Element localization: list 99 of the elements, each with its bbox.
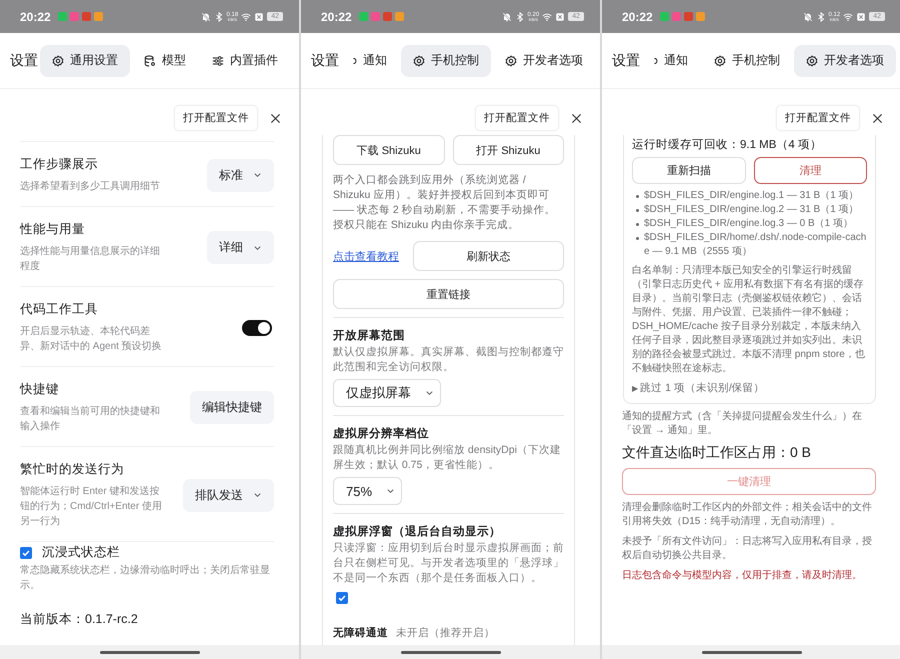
- settings-tab[interactable]: 内置插件: [200, 44, 290, 76]
- tutorial-link[interactable]: 点击查看教程: [333, 248, 405, 264]
- setting-description: 查看和编辑当前可用的快捷键和输入操作: [20, 404, 161, 434]
- toggle-switch[interactable]: [242, 320, 272, 336]
- setting-title: 快捷键: [20, 381, 60, 398]
- bullet-dot: [636, 223, 639, 226]
- chevron-down-icon: [253, 244, 262, 250]
- status-time: 20:22: [622, 10, 653, 24]
- open-config-button[interactable]: 打开配置文件: [475, 105, 559, 131]
- version-text: 当前版本：0.1.7-rc.2: [20, 611, 139, 628]
- mute-bell-icon: [502, 12, 512, 22]
- paragraph: 白名单制：只清理本版已知安全的引擎运行时残留（引擎日志历史代 + 应用私有数据下有名有据的缓存目录）。当前引擎日志（壳侧鉴权链依赖它）、会话与附件、凭据、用户设置、已装插件一律不触碰；DSH_HOME/cache 按子目录分别裁定，本版未纳入任何子目录，因此整目录逐项跳过并如实列出。未识别的路径会被显式跳过。本版不清理 pnpm store，也不触碰快照在途标志。: [632, 264, 866, 376]
- gear-icon: [52, 54, 64, 66]
- mute-bell-icon: [200, 12, 211, 22]
- section-title: 虚拟屏分辨率档位: [333, 426, 429, 441]
- open-config-button[interactable]: 打开配置文件: [174, 105, 258, 131]
- sim-off-icon: [555, 12, 566, 22]
- chevron-down-icon: [386, 488, 396, 494]
- section-description: 只读浮窗：应用切到后台时显示虚拟屏画面；前台只在侧栏可见。与开发者选项里的「悬浮球」不是同一个东西（那个是任务面板入口）。: [333, 541, 564, 586]
- dropdown[interactable]: 75%: [333, 477, 402, 505]
- section-description: 默认仅虚拟屏幕。真实屏幕、截图与控制都遵守此范围和完全访问权限。: [333, 345, 564, 375]
- action-button[interactable]: 打开 Shizuku: [452, 135, 564, 165]
- status-time: 20:22: [20, 10, 51, 24]
- paragraph: 通知的提醒方式（含「关掉提问提醒会发生什么」）在「设置 → 通知」里。: [622, 410, 863, 438]
- setting-description: 开启后显示轨迹、本轮代码差异、新对话中的 Agent 预设切换: [20, 324, 163, 354]
- bullet-dot: [636, 237, 639, 240]
- refresh-button[interactable]: 刷新状态: [413, 241, 564, 271]
- list-item: $DSH_FILES_DIR/home/.dsh/.node-compile-cache — 9.1 MB（2555 项）: [644, 231, 867, 259]
- dropdown[interactable]: 仅虚拟屏幕: [333, 379, 441, 407]
- status-value: 未开启（推荐开启）: [396, 626, 495, 640]
- settings-tab[interactable]: 通用设置: [40, 44, 130, 76]
- settings-tab[interactable]: 模型: [132, 44, 198, 76]
- setting-description: 智能体运行时 Enter 键和发送按钮的行为；Cmd/Ctrl+Enter 使用另一行为: [20, 484, 163, 529]
- gear-icon: [714, 54, 726, 66]
- gear-icon: [413, 54, 425, 66]
- page-title: 设置: [612, 52, 640, 70]
- section-description: 跟随真机比例并同比例缩放 densityDpi（下次建屏生效；默认 0.75，更省性能）。: [333, 443, 562, 473]
- settings-tab[interactable]: 通知: [642, 44, 700, 76]
- close-icon[interactable]: [270, 112, 281, 124]
- chevron-down-icon: [253, 172, 262, 178]
- bullet-dot: [636, 209, 639, 212]
- database-icon: [144, 54, 156, 66]
- close-icon[interactable]: [872, 112, 883, 124]
- list-item: $DSH_FILES_DIR/engine.log.2 — 31 B（1 项）: [644, 203, 859, 217]
- setting-description: 选择性能与用量信息展示的详细程度: [20, 244, 161, 274]
- action-button[interactable]: 重新扫描: [632, 157, 746, 184]
- edit-shortcuts-button[interactable]: 编辑快捷键: [190, 391, 274, 424]
- wifi-icon: [843, 12, 854, 22]
- sim-off-icon: [254, 12, 264, 22]
- bluetooth-icon: [816, 12, 826, 22]
- setting-title: 代码工作工具: [20, 301, 99, 318]
- setting-title: 繁忙时的发送行为: [20, 461, 125, 478]
- action-button[interactable]: 下载 Shizuku: [333, 135, 444, 165]
- chevron-down-icon: [425, 390, 434, 396]
- list-item: $DSH_FILES_DIR/engine.log.3 — 0 B（1 项）: [644, 217, 853, 231]
- sliders-icon: [212, 54, 224, 66]
- bluetooth-icon: [214, 12, 224, 22]
- list-item: $DSH_FILES_DIR/engine.log.1 — 31 B（1 项）: [644, 189, 859, 203]
- reset-button[interactable]: 重置链接: [333, 279, 564, 309]
- wifi-icon: [542, 12, 552, 22]
- section-title: 虚拟屏浮窗（退后台自动显示）: [333, 524, 501, 539]
- setting-description: 选择希望看到多少工具调用细节: [20, 180, 161, 194]
- dropdown[interactable]: 详细: [207, 231, 274, 264]
- checkbox[interactable]: [20, 546, 32, 558]
- expandable-summary[interactable]: ▶ 跳过 1 项（未识别/保留）: [632, 381, 867, 395]
- settings-tab[interactable]: 开发者选项: [493, 44, 595, 76]
- chevron-down-icon: [253, 492, 262, 498]
- paragraph: 两个入口都会跳到应用外（系统浏览器 / Shizuku 应用）。装好并授权后回到本页即可—— 状态每 2 秒自动刷新，不需要手动操作。授权只能在 Shizuku 内由你亲手完成。: [333, 173, 557, 233]
- paragraph: 清理会删除临时工作区内的外部文件；相关会话中的文件引用将失效（D15：纯手动清理，无自动清理）。: [622, 501, 873, 529]
- gear-icon: [806, 54, 818, 66]
- bullet-dot: [636, 195, 639, 198]
- action-button[interactable]: 清理: [754, 157, 867, 184]
- sim-off-icon: [856, 12, 866, 22]
- checkbox-label: 沉浸式状态栏: [42, 544, 120, 561]
- status-label: 无障碍通道: [333, 626, 388, 640]
- section-title: 开放屏幕范围: [333, 328, 405, 343]
- page-title: 设置: [311, 52, 339, 70]
- dropdown[interactable]: 排队发送: [183, 478, 274, 512]
- close-icon[interactable]: [571, 112, 582, 124]
- setting-description: 常态隐藏系统状态栏，边缘滑动临时呼出；关闭后常驻显示。: [20, 564, 271, 593]
- paragraph: 未授予「所有文件访问」：日志将写入应用私有目录，授权后自动切换公共目录。: [622, 535, 873, 563]
- mute-bell-icon: [802, 12, 813, 22]
- setting-title: 性能与用量: [20, 221, 86, 238]
- checkbox[interactable]: [336, 592, 348, 604]
- wifi-icon: [241, 12, 252, 22]
- open-config-button[interactable]: 打开配置文件: [776, 105, 860, 131]
- status-time: 20:22: [321, 10, 352, 24]
- section-heading: 运行时缓存可回收：9.1 MB（4 项）: [632, 138, 824, 152]
- settings-tab[interactable]: 通知: [341, 44, 399, 76]
- setting-title: 工作步骤展示: [20, 156, 99, 173]
- dropdown[interactable]: 标准: [207, 158, 274, 192]
- settings-tab[interactable]: 开发者选项: [794, 44, 896, 76]
- bluetooth-icon: [514, 12, 525, 22]
- settings-tab[interactable]: 手机控制: [702, 44, 792, 76]
- page-title: 设置: [10, 52, 38, 70]
- settings-tab[interactable]: 手机控制: [401, 44, 491, 76]
- gear-icon: [505, 54, 517, 66]
- section-heading: 文件直达临时工作区占用：0 B: [622, 444, 812, 462]
- paragraph: 日志包含命令与模型内容，仅用于排查，请及时清理。: [622, 569, 863, 583]
